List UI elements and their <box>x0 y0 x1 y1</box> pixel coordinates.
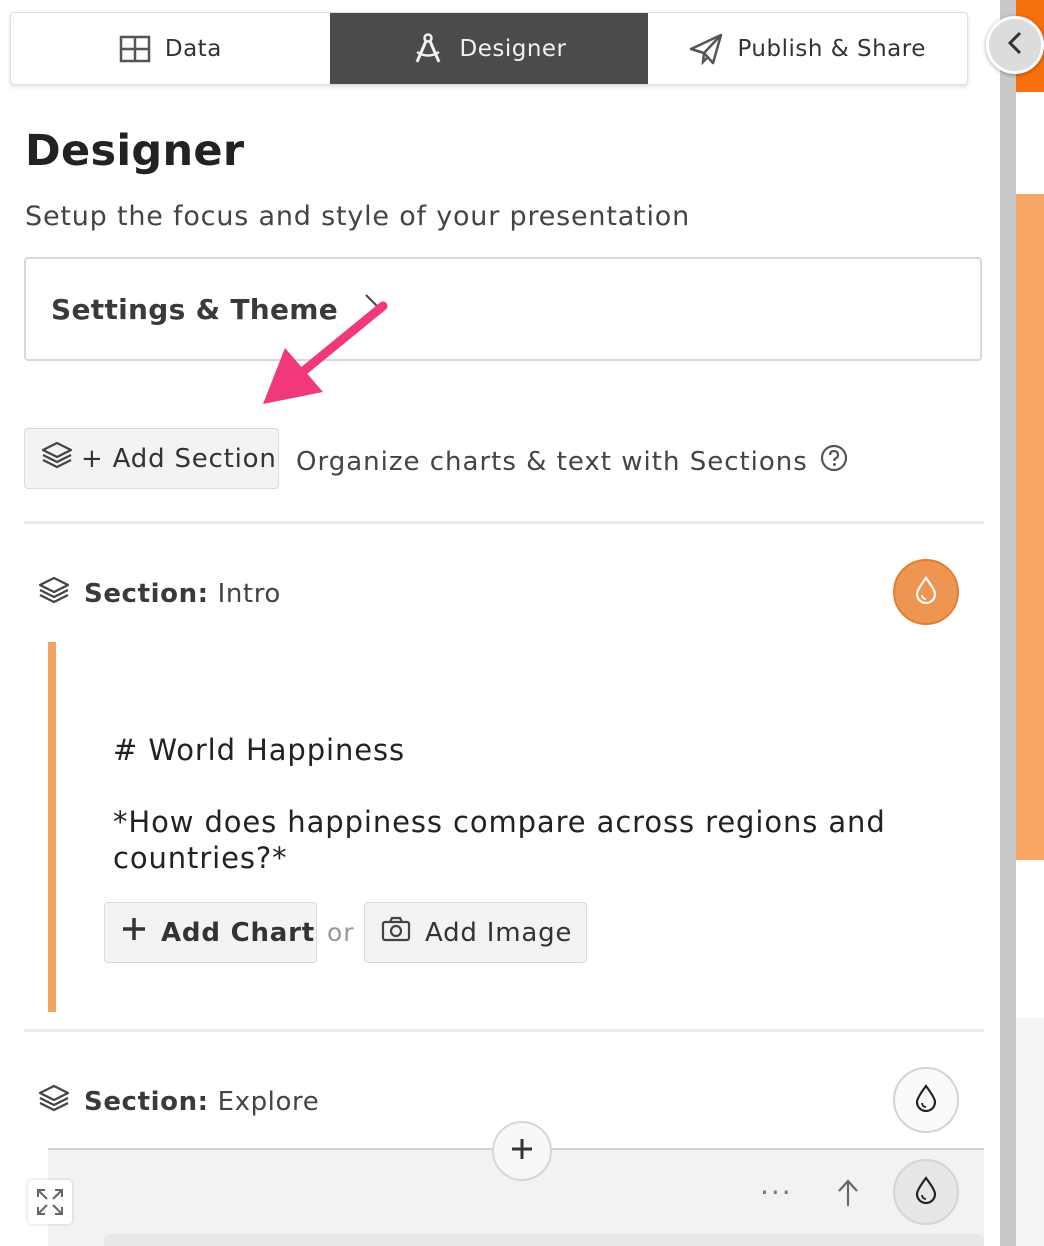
compass-pen-icon <box>411 32 445 66</box>
block-theme-button[interactable] <box>893 1159 959 1225</box>
markdown-text[interactable]: countries?* <box>113 841 288 875</box>
droplet-icon <box>915 1084 937 1116</box>
tab-publish-label: Publish & Share <box>737 35 926 62</box>
preview-section-strip <box>1016 194 1044 860</box>
layers-icon <box>38 1082 70 1121</box>
content-card[interactable] <box>104 1234 984 1246</box>
preview-bottom-strip <box>1016 1018 1044 1246</box>
or-separator: or <box>327 918 355 947</box>
tab-designer-label: Designer <box>459 35 567 62</box>
preview-edge <box>1000 0 1044 1246</box>
add-chart-button[interactable]: Add Chart <box>104 902 317 963</box>
section-name: Explore <box>217 1086 320 1117</box>
layers-icon <box>38 574 70 613</box>
chevron-left-icon <box>1007 31 1023 59</box>
section-theme-button[interactable] <box>893 559 959 625</box>
plus-icon <box>121 916 147 949</box>
divider <box>24 1029 984 1032</box>
insert-block-button[interactable] <box>492 1121 552 1181</box>
section-theme-button[interactable] <box>893 1067 959 1133</box>
section-intro-header: Section: Intro <box>38 574 281 613</box>
tab-bar: Data Designer Publish & Share <box>10 12 968 85</box>
paper-plane-icon <box>689 33 723 65</box>
section-prefix: Section: <box>84 578 209 609</box>
add-image-button[interactable]: Add Image <box>364 902 587 963</box>
plus-icon <box>510 1137 534 1165</box>
section-hint-text: Organize charts & text with Sections <box>296 446 808 477</box>
annotation-arrow-icon <box>255 296 395 415</box>
collapse-panel-button[interactable] <box>986 16 1044 74</box>
add-chart-label: Add Chart <box>161 917 315 948</box>
layers-icon <box>41 439 73 478</box>
section-prefix: Section: <box>84 1086 209 1117</box>
section-hint: Organize charts & text with Sections <box>296 444 848 479</box>
add-section-button[interactable]: + Add Section <box>24 428 279 489</box>
tab-data-label: Data <box>164 35 222 62</box>
droplet-icon <box>915 576 937 608</box>
expand-icon[interactable] <box>28 1180 72 1224</box>
markdown-text[interactable]: *How does happiness compare across regio… <box>113 805 886 839</box>
tab-data[interactable]: Data <box>11 13 330 84</box>
add-image-label: Add Image <box>425 917 573 948</box>
section-explore-header: Section: Explore <box>38 1082 319 1121</box>
page-subtitle: Setup the focus and style of your presen… <box>25 201 690 232</box>
droplet-icon <box>915 1176 937 1208</box>
settings-theme-card[interactable]: Settings & Theme <box>24 257 982 361</box>
move-up-icon[interactable] <box>836 1178 860 1212</box>
page-title: Designer <box>25 126 245 176</box>
camera-icon <box>381 916 411 949</box>
divider <box>24 521 984 524</box>
markdown-text[interactable]: # World Happiness <box>113 733 405 767</box>
more-options-icon[interactable]: ··· <box>760 1176 793 1209</box>
section-accent-bar <box>48 642 56 1012</box>
designer-panel: Data Designer Publish & Share Designer S… <box>0 0 1000 1246</box>
help-icon[interactable] <box>820 444 848 479</box>
section-name: Intro <box>217 578 281 609</box>
scrollbar[interactable] <box>1000 0 1016 1246</box>
table-grid-icon <box>119 35 151 63</box>
tab-designer[interactable]: Designer <box>329 13 649 84</box>
tab-publish-share[interactable]: Publish & Share <box>648 13 967 84</box>
add-section-label: + Add Section <box>81 443 277 474</box>
